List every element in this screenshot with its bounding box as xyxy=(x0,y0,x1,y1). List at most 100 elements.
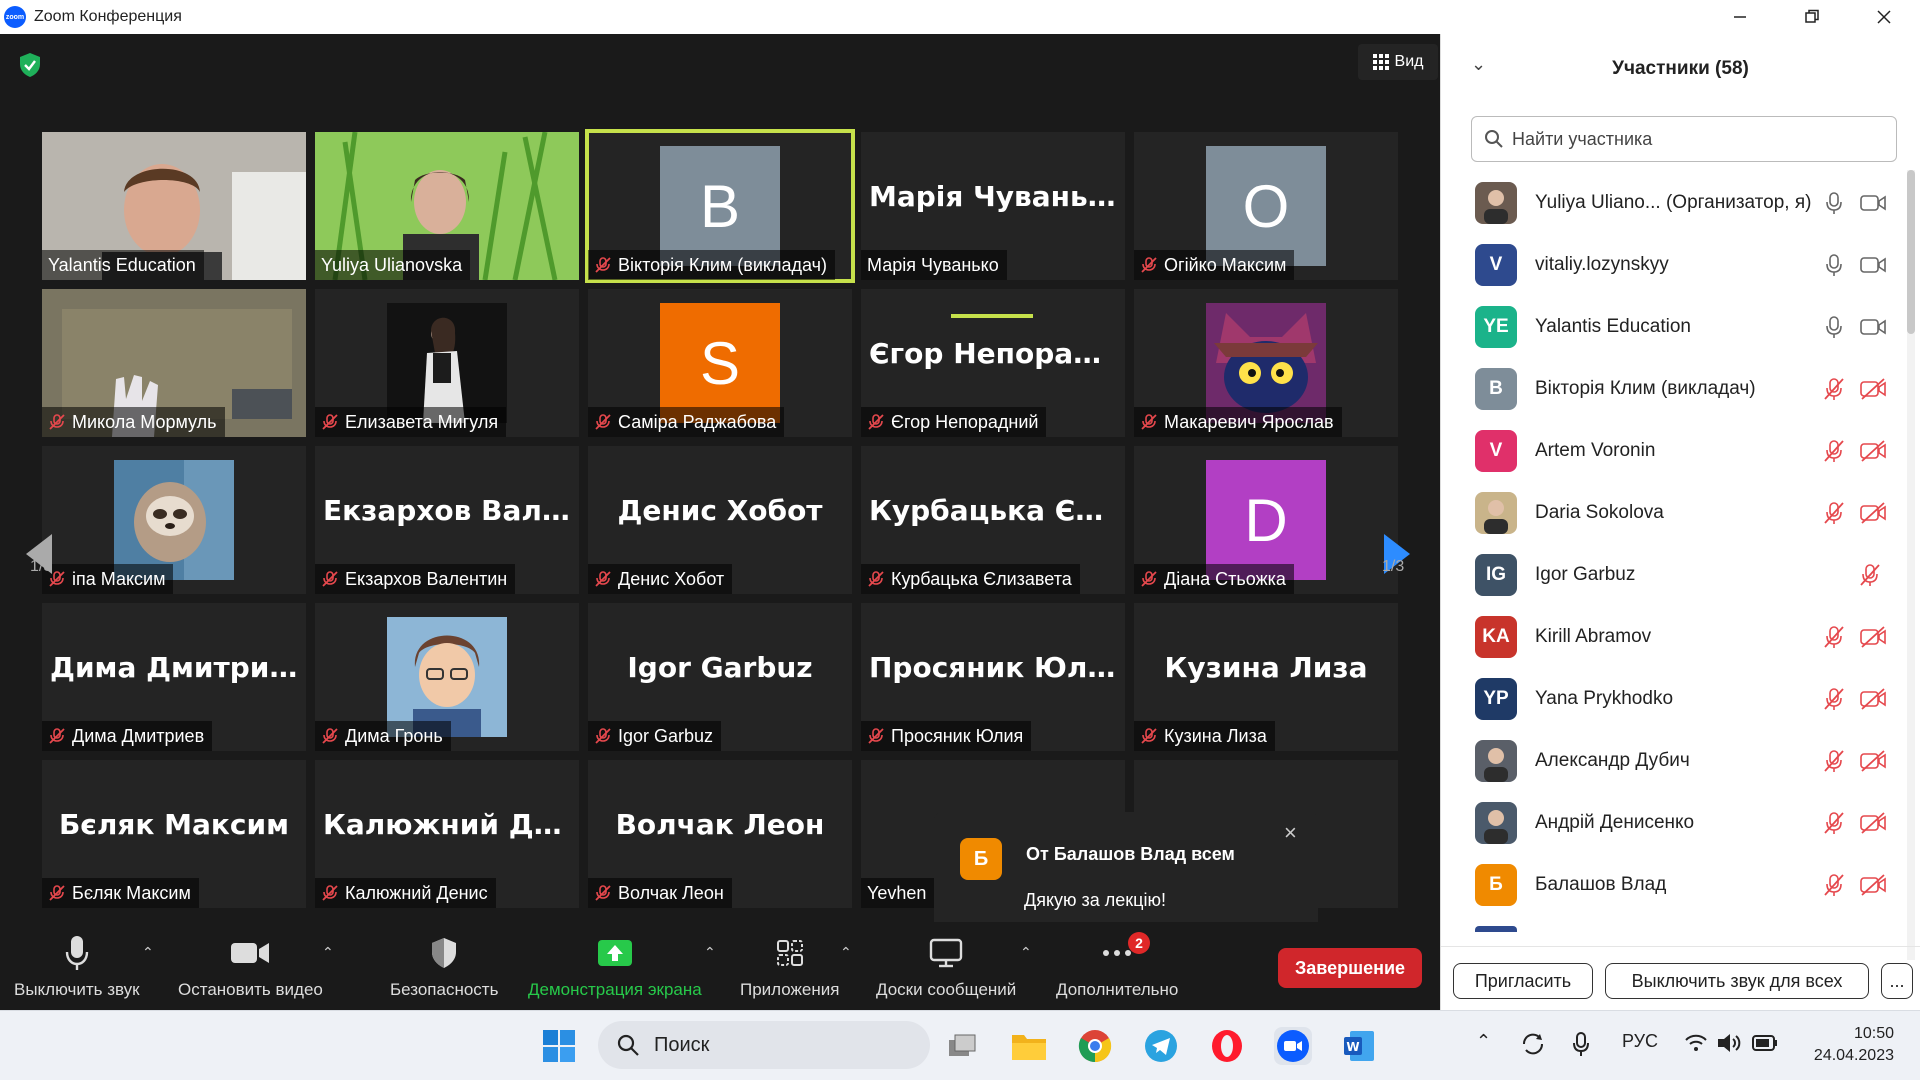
tray-microphone-icon[interactable] xyxy=(1572,1031,1590,1057)
share-options-chevron-icon[interactable]: ⌃ xyxy=(704,944,716,961)
zoom-taskbar-icon[interactable] xyxy=(1274,1027,1312,1065)
participant-tile[interactable]: Дима Дмитриев Дима Дмитриев xyxy=(42,603,306,751)
participant-tile[interactable]: Курбацька Єли... Курбацька Єлизавета xyxy=(861,446,1125,594)
participant-camera-status[interactable] xyxy=(1859,254,1887,276)
chat-notification[interactable]: Б От Балашов Влад всем Дякую за лекцію! … xyxy=(934,812,1318,950)
telegram-icon[interactable] xyxy=(1142,1027,1180,1065)
participant-camera-status[interactable] xyxy=(1859,192,1887,214)
more-button[interactable]: Дополнительно xyxy=(1056,932,1178,1000)
language-indicator[interactable]: РУС xyxy=(1622,1031,1658,1052)
participant-row[interactable]: KA Kirill Abramov xyxy=(1441,606,1909,668)
participant-tile[interactable]: O Огійко Максим xyxy=(1134,132,1398,280)
taskbar-search-box[interactable]: Поиск xyxy=(598,1021,930,1069)
system-clock[interactable]: 10:50 24.04.2023 xyxy=(1800,1023,1894,1067)
participant-mic-status[interactable] xyxy=(1823,873,1845,897)
participant-tile[interactable]: Елизавета Мигуля xyxy=(315,289,579,437)
mute-button[interactable]: Выключить звук xyxy=(14,932,140,1000)
participant-tile[interactable]: Волчак Леон Волчак Леон xyxy=(588,760,852,908)
participant-tile[interactable]: іпа Максим xyxy=(42,446,306,594)
participant-camera-status[interactable] xyxy=(1859,812,1887,834)
participant-mic-status[interactable] xyxy=(1823,439,1845,463)
participant-row[interactable]: Yuliya Uliano... (Организатор, я) xyxy=(1441,172,1909,234)
participant-mic-status[interactable] xyxy=(1823,191,1845,215)
participant-row[interactable]: Андрій Денисенко xyxy=(1441,792,1909,854)
participant-camera-status[interactable] xyxy=(1859,874,1887,896)
participant-tile[interactable]: Дима Гронь xyxy=(315,603,579,751)
participant-tile[interactable]: Просяник Юлия Просяник Юлия xyxy=(861,603,1125,751)
participant-row[interactable]: V Artem Voronin xyxy=(1441,420,1909,482)
participant-mic-status[interactable] xyxy=(1823,501,1845,525)
participant-camera-status[interactable] xyxy=(1859,378,1887,400)
participant-tile[interactable]: Марія Чуванько Марія Чуванько xyxy=(861,132,1125,280)
participant-mic-status[interactable] xyxy=(1823,687,1845,711)
participant-tile[interactable]: Екзархов Вале... Екзархов Валентин xyxy=(315,446,579,594)
participant-camera-status[interactable] xyxy=(1859,750,1887,772)
opera-icon[interactable] xyxy=(1208,1027,1246,1065)
participant-tile[interactable]: Бєляк Максим Бєляк Максим xyxy=(42,760,306,908)
participant-camera-status[interactable] xyxy=(1859,688,1887,710)
participant-tile[interactable]: D Діана Стьожка xyxy=(1134,446,1398,594)
participant-camera-status[interactable] xyxy=(1859,440,1887,462)
end-meeting-button[interactable]: Завершение xyxy=(1278,948,1422,988)
participant-row[interactable]: Александр Дубич xyxy=(1441,730,1909,792)
audio-options-chevron-icon[interactable]: ⌃ xyxy=(142,944,154,961)
chrome-icon[interactable] xyxy=(1076,1027,1114,1065)
participant-mic-status[interactable] xyxy=(1823,811,1845,835)
apps-options-chevron-icon[interactable]: ⌃ xyxy=(840,944,852,961)
task-view-icon[interactable] xyxy=(944,1027,982,1065)
panel-more-button[interactable]: ... xyxy=(1881,963,1913,999)
participant-tile[interactable]: Макаревич Ярослав xyxy=(1134,289,1398,437)
file-explorer-icon[interactable] xyxy=(1010,1027,1048,1065)
whiteboards-button[interactable]: Доски сообщений xyxy=(876,932,1016,1000)
sync-icon[interactable] xyxy=(1520,1031,1546,1057)
video-options-chevron-icon[interactable]: ⌃ xyxy=(322,944,334,961)
scrollbar-thumb[interactable] xyxy=(1907,170,1915,334)
participant-tile[interactable]: Кузина Лиза Кузина Лиза xyxy=(1134,603,1398,751)
participant-row[interactable]: Vvitaliy.lozynskyy xyxy=(1441,234,1909,296)
security-button[interactable]: Безопасность xyxy=(390,932,498,1000)
wifi-icon[interactable] xyxy=(1684,1033,1708,1053)
volume-icon[interactable] xyxy=(1716,1031,1742,1055)
participant-mic-status[interactable] xyxy=(1823,749,1845,773)
participant-search-input[interactable]: Найти участника xyxy=(1471,116,1897,162)
share-screen-button[interactable]: Демонстрация экрана xyxy=(528,932,702,1000)
restore-button[interactable] xyxy=(1776,0,1848,34)
participant-mic-status[interactable] xyxy=(1823,625,1845,649)
participant-tile[interactable]: Калюжний Де... Калюжний Денис xyxy=(315,760,579,908)
invite-button[interactable]: Пригласить xyxy=(1453,963,1593,999)
participant-tile[interactable]: Yalantis Education xyxy=(42,132,306,280)
participant-mic-status[interactable] xyxy=(1823,377,1845,401)
participant-row[interactable]: YE Yalantis Education xyxy=(1441,296,1909,358)
participant-tile[interactable]: Денис Хобот Денис Хобот xyxy=(588,446,852,594)
participant-camera-status[interactable] xyxy=(1859,316,1887,338)
apps-button[interactable]: Приложения xyxy=(740,932,839,1000)
minimize-button[interactable] xyxy=(1704,0,1776,34)
tray-chevron-icon[interactable]: ⌃ xyxy=(1476,1031,1491,1052)
participant-tile[interactable]: Микола Мормуль xyxy=(42,289,306,437)
participant-row[interactable]: YP Yana Prykhodko xyxy=(1441,668,1909,730)
participant-tile[interactable]: S Саміра Раджабова xyxy=(588,289,852,437)
participant-mic-status[interactable] xyxy=(1823,253,1845,277)
participant-row[interactable]: IG Igor Garbuz xyxy=(1441,544,1909,606)
participant-row[interactable]: Б Балашов Влад xyxy=(1441,854,1909,916)
chat-close-icon[interactable]: × xyxy=(1284,820,1297,846)
whiteboards-options-chevron-icon[interactable]: ⌃ xyxy=(1020,944,1032,961)
participant-tile[interactable]: Igor Garbuz Igor Garbuz xyxy=(588,603,852,751)
participant-mic-status[interactable] xyxy=(1859,563,1881,587)
participant-row[interactable]: B Вікторія Клим (викладач) xyxy=(1441,358,1909,420)
stop-video-button[interactable]: Остановить видео xyxy=(178,932,323,1000)
encryption-shield-icon[interactable] xyxy=(18,52,42,78)
participant-tile[interactable]: B Вікторія Клим (викладач) xyxy=(585,129,855,283)
view-button[interactable]: Вид xyxy=(1358,44,1438,80)
mute-all-button[interactable]: Выключить звук для всех xyxy=(1605,963,1869,999)
start-button[interactable] xyxy=(540,1027,578,1065)
participant-tile[interactable]: Yuliya Ulianovska xyxy=(315,132,579,280)
battery-icon[interactable] xyxy=(1752,1035,1778,1051)
close-window-button[interactable] xyxy=(1848,0,1920,34)
participant-mic-status[interactable] xyxy=(1823,315,1845,339)
participant-camera-status[interactable] xyxy=(1859,502,1887,524)
word-icon[interactable]: W xyxy=(1340,1027,1378,1065)
participant-tile[interactable]: Єгор Непорадн... Єгор Непорадний xyxy=(861,289,1125,437)
participant-row[interactable]: Daria Sokolova xyxy=(1441,482,1909,544)
participant-camera-status[interactable] xyxy=(1859,626,1887,648)
